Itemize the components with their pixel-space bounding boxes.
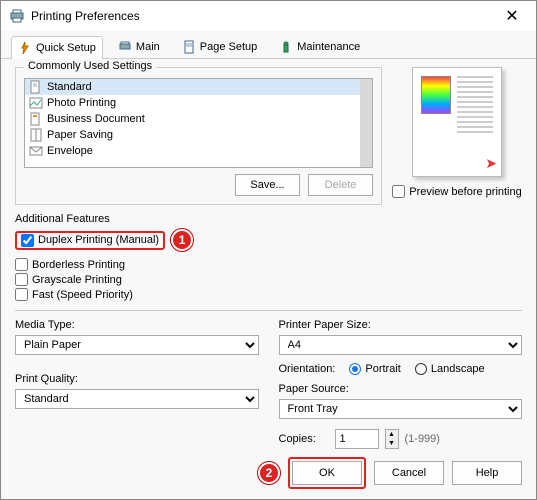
orientation-label: Orientation: [279, 363, 336, 375]
tab-maintenance[interactable]: Maintenance [272, 35, 367, 58]
print-quality-select[interactable]: Standard [15, 389, 259, 409]
maintenance-icon [279, 40, 293, 54]
portrait-label: Portrait [365, 363, 400, 375]
page-setup-icon [182, 40, 196, 54]
borderless-printing-label: Borderless Printing [32, 259, 125, 271]
ok-button[interactable]: OK [292, 461, 362, 485]
tab-quick-setup[interactable]: Quick Setup [11, 36, 103, 59]
preview-checkbox-label: Preview before printing [409, 186, 522, 198]
preview-rainbow-icon [421, 76, 451, 114]
copies-range: (1-999) [405, 433, 440, 445]
callout-badge-1: 1 [171, 229, 193, 251]
paper-source-label: Paper Source: [279, 383, 523, 395]
paper-source-select[interactable]: Front Tray [279, 399, 523, 419]
listbox-scrollbar[interactable] [360, 79, 372, 167]
list-item-label: Envelope [47, 145, 93, 157]
borderless-printing-checkbox[interactable] [15, 258, 28, 271]
orientation-landscape-radio[interactable]: Landscape [415, 363, 485, 375]
page-preview: ➤ [412, 67, 502, 177]
landscape-label: Landscape [431, 363, 485, 375]
tab-page-setup[interactable]: Page Setup [175, 35, 265, 58]
document-icon [29, 80, 43, 94]
delete-button[interactable]: Delete [308, 174, 373, 196]
additional-features-legend: Additional Features [15, 213, 522, 225]
media-type-label: Media Type: [15, 319, 259, 331]
preview-text-lines [457, 76, 493, 136]
fast-printing-row[interactable]: Fast (Speed Priority) [15, 287, 522, 302]
copies-label: Copies: [279, 433, 329, 445]
radio-dot-on-icon [349, 363, 361, 375]
list-item-paper-saving[interactable]: Paper Saving [25, 127, 372, 143]
list-item-envelope[interactable]: Envelope [25, 143, 372, 159]
commonly-used-legend: Commonly Used Settings [24, 60, 156, 72]
printing-preferences-dialog: Printing Preferences ✕ Quick Setup Main … [0, 0, 537, 500]
fast-printing-checkbox[interactable] [15, 288, 28, 301]
list-item-standard[interactable]: Standard [25, 79, 372, 95]
grayscale-printing-label: Grayscale Printing [32, 274, 122, 286]
spinner-up-icon[interactable]: ▲ [386, 430, 398, 439]
tab-main-label: Main [136, 41, 160, 53]
ok-highlight: OK [288, 457, 366, 489]
divider [15, 310, 522, 311]
borderless-printing-row[interactable]: Borderless Printing [15, 257, 522, 272]
printer-icon [9, 8, 25, 24]
printer-small-icon [118, 40, 132, 54]
list-item-label: Paper Saving [47, 129, 113, 141]
orientation-portrait-radio[interactable]: Portrait [349, 363, 400, 375]
tab-page-setup-label: Page Setup [200, 41, 258, 53]
list-item-label: Business Document [47, 113, 145, 125]
window-title: Printing Preferences [31, 9, 496, 23]
copies-input[interactable] [335, 429, 379, 449]
paper-saving-icon [29, 128, 43, 142]
list-item-photo[interactable]: Photo Printing [25, 95, 372, 111]
commonly-used-settings-group: Commonly Used Settings Standard Photo Pr… [15, 67, 382, 205]
callout-badge-2: 2 [258, 462, 280, 484]
lightning-icon [18, 41, 32, 55]
dialog-buttons: 2 OK Cancel Help [1, 451, 536, 499]
duplex-printing-label: Duplex Printing (Manual) [38, 234, 159, 246]
spinner-down-icon[interactable]: ▼ [386, 439, 398, 448]
cancel-button[interactable]: Cancel [374, 461, 444, 485]
business-doc-icon [29, 112, 43, 126]
help-button[interactable]: Help [452, 461, 522, 485]
grayscale-printing-row[interactable]: Grayscale Printing [15, 272, 522, 287]
paper-size-select[interactable]: A4 [279, 335, 523, 355]
settings-listbox[interactable]: Standard Photo Printing Business Documen… [24, 78, 373, 168]
preview-checkbox-input[interactable] [392, 185, 405, 198]
preview-column: ➤ Preview before printing [392, 67, 522, 213]
close-icon: ✕ [505, 6, 518, 26]
save-button[interactable]: Save... [235, 174, 300, 196]
list-item-label: Photo Printing [47, 97, 116, 109]
fast-printing-label: Fast (Speed Priority) [32, 289, 133, 301]
list-item-label: Standard [47, 81, 92, 93]
preview-before-printing-checkbox[interactable]: Preview before printing [392, 185, 522, 198]
duplex-printing-checkbox[interactable] [21, 234, 34, 247]
list-item-business[interactable]: Business Document [25, 111, 372, 127]
duplex-printing-row[interactable]: Duplex Printing (Manual) [15, 231, 165, 250]
preview-arrow-icon: ➤ [485, 155, 497, 172]
media-type-select[interactable]: Plain Paper [15, 335, 259, 355]
grayscale-printing-checkbox[interactable] [15, 273, 28, 286]
radio-dot-off-icon [415, 363, 427, 375]
tab-quick-setup-label: Quick Setup [36, 42, 96, 54]
tab-main[interactable]: Main [111, 35, 167, 58]
close-button[interactable]: ✕ [496, 2, 528, 30]
envelope-icon [29, 144, 43, 158]
tabs-bar: Quick Setup Main Page Setup Maintenance [1, 31, 536, 59]
panel: Commonly Used Settings Standard Photo Pr… [1, 59, 536, 451]
paper-size-label: Printer Paper Size: [279, 319, 523, 331]
print-quality-label: Print Quality: [15, 373, 259, 385]
tab-maintenance-label: Maintenance [297, 41, 360, 53]
photo-icon [29, 96, 43, 110]
titlebar: Printing Preferences ✕ [1, 1, 536, 31]
copies-spinner[interactable]: ▲ ▼ [385, 429, 399, 449]
